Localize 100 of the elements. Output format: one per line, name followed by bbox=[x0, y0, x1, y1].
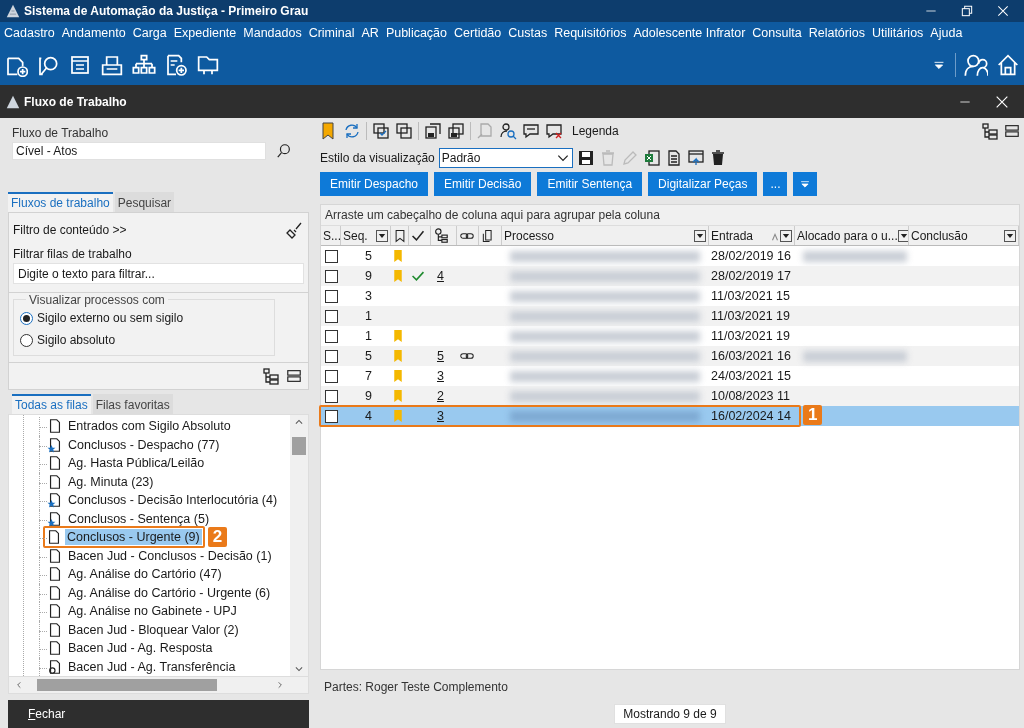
table-row[interactable]: 1 11/03/2021 19 bbox=[321, 326, 1019, 346]
brush-icon[interactable] bbox=[286, 221, 304, 239]
action-button[interactable]: ... bbox=[763, 172, 788, 196]
menu-item[interactable]: Relatórios bbox=[808, 26, 865, 40]
action-button[interactable]: Emitir Sentença bbox=[537, 172, 643, 196]
table-row[interactable]: 5 5 16/03/2021 16 bbox=[321, 346, 1019, 366]
filter-dropdown[interactable] bbox=[780, 229, 792, 242]
tree-item[interactable]: Conclusos - Sentença (5) bbox=[66, 510, 212, 527]
tab[interactable]: Fluxos de trabalho bbox=[8, 192, 113, 212]
action-button[interactable]: Emitir Decisão bbox=[434, 172, 532, 196]
count-link[interactable]: 3 bbox=[437, 369, 444, 383]
tree-item[interactable]: Bacen Jud - Bloquear Valor (2) bbox=[66, 621, 241, 638]
tree-item[interactable]: Conclusos - Decisão Interlocutória (4) bbox=[66, 492, 280, 509]
table-row[interactable]: 7 3 24/03/2021 15 bbox=[321, 366, 1019, 386]
filter-dropdown[interactable] bbox=[1004, 229, 1016, 242]
tree-item[interactable]: Conclusos - Urgente (9) bbox=[65, 529, 202, 546]
document-add-icon[interactable] bbox=[164, 52, 188, 77]
table-row[interactable]: 4 3 16/02/2024 14 1 bbox=[321, 406, 1019, 426]
radio-button[interactable] bbox=[20, 333, 33, 347]
checkbox[interactable] bbox=[325, 309, 338, 323]
menu-item[interactable]: Criminal bbox=[308, 26, 355, 40]
column-header[interactable]: Processo bbox=[504, 228, 555, 243]
menu-item[interactable]: Andamento bbox=[61, 26, 126, 40]
save-list-icon[interactable] bbox=[447, 122, 465, 140]
menu-item[interactable]: Cadastro bbox=[4, 26, 55, 40]
count-link[interactable]: 2 bbox=[437, 389, 444, 403]
more-actions-button[interactable] bbox=[793, 172, 818, 196]
menu-item[interactable]: Requisitórios bbox=[554, 26, 627, 40]
refresh-icon[interactable] bbox=[343, 122, 361, 140]
scroll-thumb[interactable] bbox=[37, 679, 217, 691]
style-dropdown[interactable]: Padrão bbox=[438, 148, 573, 168]
windows-icon[interactable] bbox=[395, 122, 413, 140]
close-icon[interactable] bbox=[996, 4, 1010, 18]
filter-toggle[interactable]: Filtro de conteúdo >> bbox=[13, 223, 127, 237]
workflow-field[interactable]: Cível - Atos bbox=[12, 142, 266, 160]
action-button[interactable]: Digitalizar Peças bbox=[648, 172, 758, 196]
column-header[interactable]: Entrada bbox=[711, 228, 754, 243]
filter-field[interactable]: Digite o texto para filtrar... bbox=[13, 263, 304, 284]
menu-item[interactable]: Expediente bbox=[173, 26, 237, 40]
checkbox[interactable] bbox=[325, 349, 338, 363]
checkbox[interactable] bbox=[325, 269, 338, 283]
table-row[interactable]: 1 11/03/2021 19 bbox=[321, 306, 1019, 326]
scrollbar[interactable] bbox=[290, 415, 308, 676]
checkbox[interactable] bbox=[325, 249, 338, 263]
table-row[interactable]: 5 28/02/2019 16 bbox=[321, 246, 1019, 266]
menu-item[interactable]: Consulta bbox=[752, 26, 802, 40]
hierarchy-icon[interactable] bbox=[132, 52, 156, 77]
scrollbar[interactable] bbox=[8, 677, 309, 694]
tab[interactable]: Pesquisar bbox=[114, 192, 175, 212]
tree-item[interactable]: Bacen Jud - Ag. Resposta bbox=[66, 640, 215, 657]
close-button[interactable]: Fechar bbox=[8, 707, 86, 721]
tree-item[interactable]: Conclusos - Despacho (77) bbox=[66, 436, 222, 453]
table-row[interactable]: 9 4 28/02/2019 17 bbox=[321, 266, 1019, 286]
tree-item[interactable]: Ag. Análise no Gabinete - UPJ bbox=[66, 603, 239, 620]
save-copy-icon[interactable] bbox=[424, 122, 442, 140]
search-icon[interactable] bbox=[276, 143, 292, 159]
filter-dropdown[interactable] bbox=[694, 229, 706, 242]
scroll-thumb[interactable] bbox=[292, 437, 306, 455]
menu-item[interactable]: Certidão bbox=[454, 26, 502, 40]
tree-item[interactable]: Ag. Análise do Cartório (47) bbox=[66, 566, 224, 583]
radio-button[interactable] bbox=[20, 311, 33, 325]
column-header[interactable]: Alocado para o u... bbox=[797, 228, 898, 243]
tree-item[interactable]: Ag. Análise do Cartório - Urgente (6) bbox=[66, 584, 273, 601]
menu-item[interactable]: Utilitários bbox=[871, 26, 924, 40]
checkbox[interactable] bbox=[325, 409, 338, 423]
save-icon[interactable] bbox=[576, 149, 595, 167]
table-row[interactable]: 3 11/03/2021 15 bbox=[321, 286, 1019, 306]
restore-icon[interactable] bbox=[960, 4, 974, 18]
checkbox[interactable] bbox=[325, 389, 338, 403]
count-link[interactable]: 5 bbox=[437, 349, 444, 363]
menu-item[interactable]: Custas bbox=[508, 26, 548, 40]
menu-item[interactable]: Publicação bbox=[385, 26, 448, 40]
comment-delete-icon[interactable] bbox=[545, 122, 563, 140]
legend-button[interactable]: Legenda bbox=[572, 124, 619, 138]
tree-item[interactable]: Entrados com Sigilo Absoluto bbox=[66, 418, 233, 435]
radio-label[interactable]: Sigilo absoluto bbox=[37, 333, 116, 347]
menu-item[interactable]: Ajuda bbox=[930, 26, 963, 40]
menu-item[interactable]: Mandados bbox=[243, 26, 302, 40]
filter-dropdown[interactable] bbox=[376, 229, 388, 242]
collapse-icon[interactable] bbox=[1004, 122, 1020, 140]
menu-item[interactable]: Carga bbox=[132, 26, 167, 40]
collapse-icon[interactable] bbox=[286, 367, 302, 385]
checkbox[interactable] bbox=[325, 369, 338, 383]
column-header[interactable]: Conclusão bbox=[911, 228, 968, 243]
filter-dropdown[interactable] bbox=[897, 229, 908, 242]
window-export-icon[interactable] bbox=[686, 149, 705, 167]
tree-item[interactable]: Bacen Jud - Ag. Transferência bbox=[66, 658, 238, 675]
tab[interactable]: Todas as filas bbox=[12, 394, 91, 414]
menu-item[interactable]: Adolescente Infrator bbox=[633, 26, 746, 40]
tree-item[interactable]: Ag. Minuta (23) bbox=[66, 473, 156, 490]
users-icon[interactable] bbox=[964, 52, 988, 77]
tree-expand-icon[interactable] bbox=[981, 122, 999, 140]
action-button[interactable]: Emitir Despacho bbox=[320, 172, 429, 196]
tree-expand-icon[interactable] bbox=[262, 367, 280, 385]
menu-item[interactable]: AR bbox=[361, 26, 379, 40]
column-header[interactable]: Seq. bbox=[343, 228, 368, 243]
column-header[interactable]: S... bbox=[323, 228, 340, 243]
count-link[interactable]: 3 bbox=[437, 409, 444, 423]
tab[interactable]: Filas favoritas bbox=[92, 394, 173, 414]
radio-label[interactable]: Sigilo externo ou sem sigilo bbox=[37, 311, 184, 325]
